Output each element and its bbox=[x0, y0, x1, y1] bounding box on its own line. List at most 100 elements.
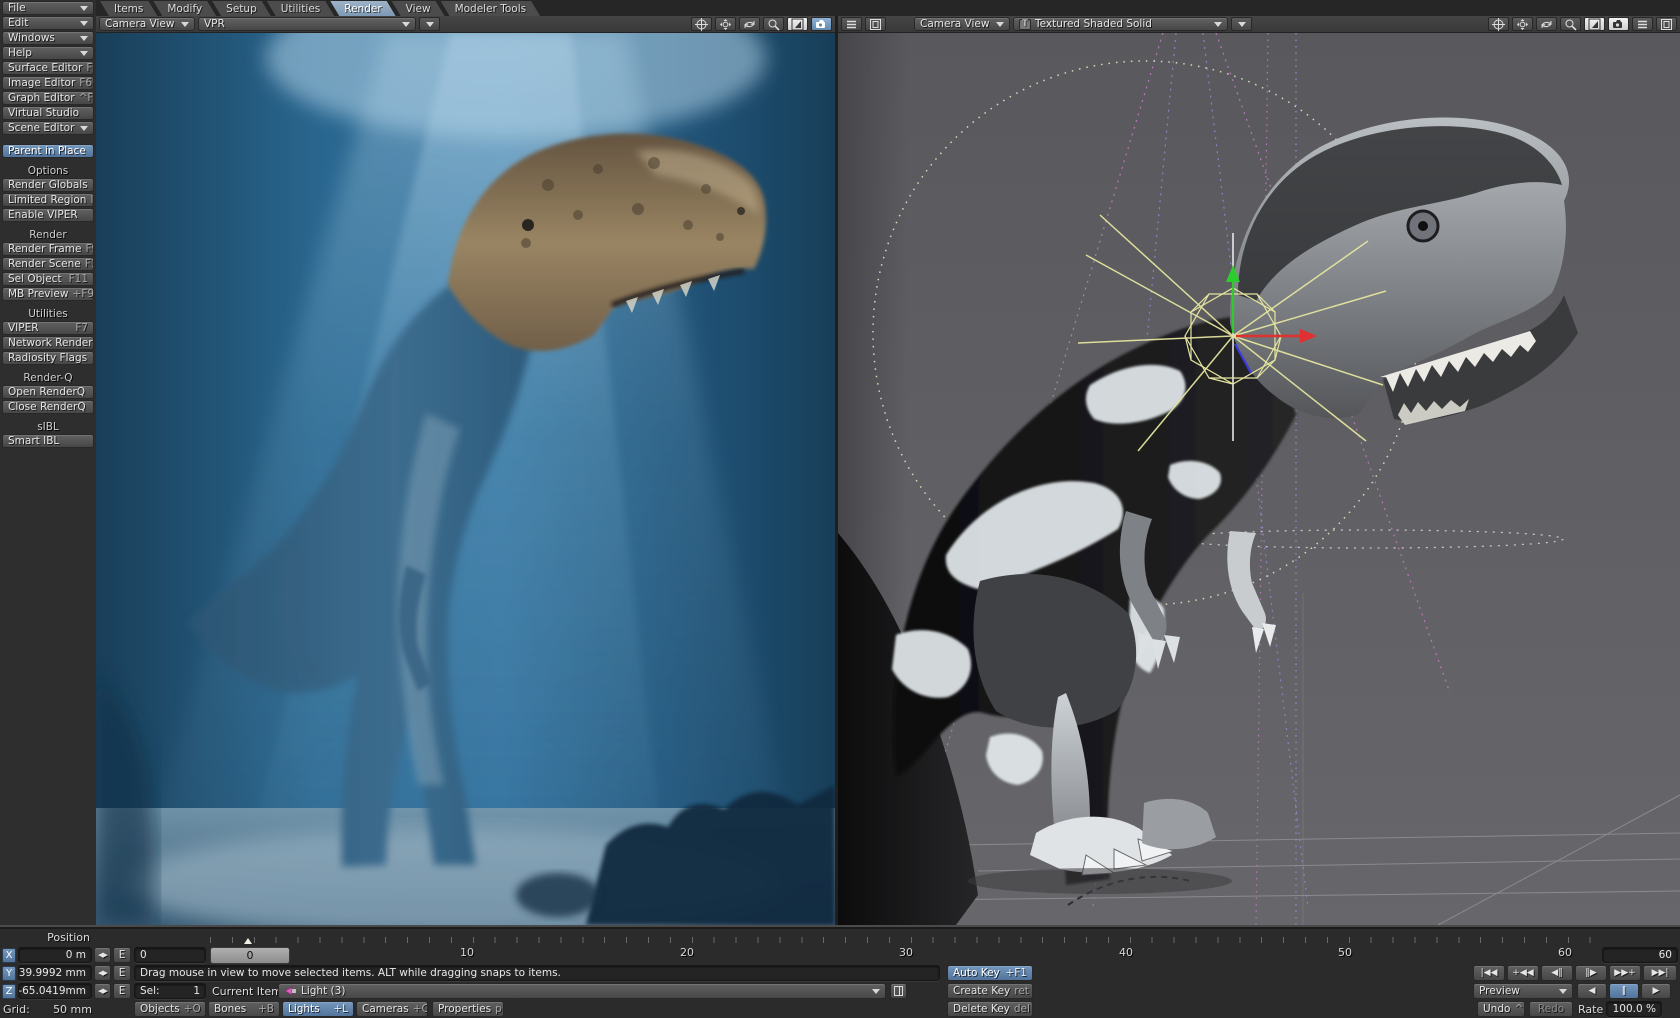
tab-view[interactable]: View bbox=[392, 1, 445, 16]
limited-region-button[interactable]: Limited Regionl bbox=[2, 193, 94, 207]
z-axis-badge[interactable]: Z bbox=[2, 984, 16, 999]
play-forward-button[interactable]: ▶ bbox=[1641, 983, 1671, 999]
go-end-button[interactable]: ▶▶| bbox=[1643, 965, 1677, 981]
cameras-button[interactable]: Cameras+C bbox=[356, 1001, 428, 1017]
dropdown-arrow-icon bbox=[1214, 22, 1222, 27]
enable-viper-button[interactable]: Enable VIPER bbox=[2, 208, 94, 222]
thumbnail-icon[interactable] bbox=[865, 17, 886, 31]
play-reverse-button[interactable]: ◀ bbox=[1577, 983, 1607, 999]
mb-preview-button[interactable]: MB Preview+F9 bbox=[2, 287, 94, 301]
tab-render[interactable]: Render bbox=[330, 1, 395, 16]
camera-icon[interactable] bbox=[811, 17, 832, 31]
undo-button[interactable]: Undo^Z bbox=[1477, 1001, 1525, 1017]
position-z-field[interactable]: -65.0419mm bbox=[18, 983, 92, 999]
frame-slider[interactable]: 0 bbox=[210, 947, 290, 964]
properties-button[interactable]: Propertiesp bbox=[432, 1001, 504, 1017]
zoom-view-icon[interactable] bbox=[763, 17, 784, 31]
virtual-studio-button[interactable]: Virtual Studio bbox=[2, 106, 94, 120]
graph-editor-button[interactable]: Graph Editor^F2 bbox=[2, 91, 94, 105]
position-x-field[interactable]: 0 m bbox=[18, 947, 92, 963]
go-start-button[interactable]: |◀◀ bbox=[1473, 965, 1505, 981]
prev-key-button[interactable]: +◀◀ bbox=[1507, 965, 1539, 981]
render-scene-button[interactable]: Render SceneF10 bbox=[2, 257, 94, 271]
viewport-list-icon[interactable] bbox=[1632, 17, 1653, 31]
pan-view-icon[interactable] bbox=[1512, 17, 1533, 31]
x-stepper[interactable]: ◀▶ bbox=[94, 947, 111, 963]
surface-editor-button[interactable]: Surface EditorF5 bbox=[2, 61, 94, 75]
x-axis-badge[interactable]: X bbox=[2, 948, 16, 963]
tab-modeler-tools[interactable]: Modeler Tools bbox=[441, 1, 541, 16]
render-frame-button[interactable]: Render FrameF9 bbox=[2, 242, 94, 256]
radiosity-flags-button[interactable]: Radiosity Flags bbox=[2, 351, 94, 365]
viewport-list-icon[interactable] bbox=[841, 17, 862, 31]
tab-modify[interactable]: Modify bbox=[153, 1, 216, 16]
maximize-viewport-icon[interactable] bbox=[787, 17, 808, 31]
thumbnail-icon[interactable] bbox=[1656, 17, 1677, 31]
shaded-3d-view[interactable] bbox=[838, 33, 1680, 925]
auto-key-button[interactable]: Auto Key+F1 bbox=[947, 965, 1033, 981]
current-frame-field[interactable]: 0 bbox=[134, 947, 206, 963]
rotate-view-icon[interactable] bbox=[739, 17, 760, 31]
vpr-render-view[interactable] bbox=[96, 33, 835, 925]
maximize-viewport-icon[interactable] bbox=[1584, 17, 1605, 31]
end-frame-field[interactable]: 60 bbox=[1602, 947, 1678, 963]
position-y-field[interactable]: 39.9992 mm bbox=[18, 965, 92, 981]
open-renderq-button[interactable]: Open RenderQ bbox=[2, 385, 94, 399]
status-message: Drag mouse in view to move selected item… bbox=[134, 965, 940, 981]
center-item-icon[interactable] bbox=[1488, 17, 1509, 31]
tab-items[interactable]: Items bbox=[100, 1, 157, 16]
step-forward-button[interactable]: ‖▶ bbox=[1575, 965, 1607, 981]
render-mode-dropdown[interactable]: VPR bbox=[198, 17, 416, 31]
menu-windows[interactable]: Windows bbox=[2, 31, 94, 45]
delete-key-button[interactable]: Delete Keydel bbox=[947, 1001, 1033, 1017]
render-mode-dropdown[interactable]: T Textured Shaded Solid bbox=[1013, 17, 1228, 31]
viper-button[interactable]: VIPERF7 bbox=[2, 321, 94, 335]
lights-button[interactable]: Lights+L bbox=[282, 1001, 354, 1017]
center-item-icon[interactable] bbox=[691, 17, 712, 31]
smart-ibl-button[interactable]: Smart IBL bbox=[2, 434, 94, 448]
current-item-dropdown[interactable]: Light (3) bbox=[278, 983, 886, 999]
scene-editor-button[interactable]: Scene Editor bbox=[2, 121, 94, 135]
section-header-sibl: sIBL bbox=[2, 420, 94, 433]
image-editor-button[interactable]: Image EditorF6 bbox=[2, 76, 94, 90]
bottom-panel: Position 0 10 20 30 40 50 60 0 60 X 0 m … bbox=[0, 925, 1680, 1018]
bones-button[interactable]: Bones+B bbox=[208, 1001, 280, 1017]
y-axis-badge[interactable]: Y bbox=[2, 966, 16, 981]
preview-dropdown[interactable]: Preview bbox=[1473, 983, 1573, 999]
network-render-button[interactable]: Network Render bbox=[2, 336, 94, 350]
menu-edit[interactable]: Edit bbox=[2, 16, 94, 30]
sel-object-button[interactable]: Sel ObjectF11 bbox=[2, 272, 94, 286]
camera-icon[interactable] bbox=[1608, 17, 1629, 31]
z-envelope-button[interactable]: E bbox=[113, 983, 131, 999]
section-header-renderq: Render-Q bbox=[2, 371, 94, 384]
rate-field[interactable]: 100.0 % bbox=[1606, 1001, 1662, 1017]
tab-setup[interactable]: Setup bbox=[212, 1, 271, 16]
zoom-view-icon[interactable] bbox=[1560, 17, 1581, 31]
view-type-dropdown[interactable]: Camera View bbox=[914, 17, 1010, 31]
viewport-options-dropdown[interactable] bbox=[419, 17, 440, 31]
objects-button[interactable]: Objects+O bbox=[134, 1001, 206, 1017]
rotate-view-icon[interactable] bbox=[1536, 17, 1557, 31]
redo-button[interactable]: Redo bbox=[1529, 1001, 1573, 1017]
y-stepper[interactable]: ◀▶ bbox=[94, 965, 111, 981]
parent-in-place-button[interactable]: Parent in Place bbox=[2, 144, 94, 158]
step-back-button[interactable]: ◀‖ bbox=[1541, 965, 1573, 981]
next-key-button[interactable]: ▶▶+ bbox=[1609, 965, 1641, 981]
frame-marker-icon bbox=[244, 938, 252, 944]
z-stepper[interactable]: ◀▶ bbox=[94, 983, 111, 999]
menu-help[interactable]: Help bbox=[2, 46, 94, 60]
menu-file[interactable]: File bbox=[2, 1, 94, 15]
render-globals-button[interactable]: Render Globals bbox=[2, 178, 94, 192]
left-sidebar: File Edit Windows Help Surface EditorF5 … bbox=[0, 0, 96, 925]
create-key-button[interactable]: Create Keyret bbox=[947, 983, 1033, 999]
y-envelope-button[interactable]: E bbox=[113, 965, 131, 981]
timeline-ruler[interactable]: 0 10 20 30 40 50 60 0 bbox=[210, 937, 1596, 964]
item-panel-button[interactable] bbox=[890, 983, 907, 999]
view-type-dropdown[interactable]: Camera View bbox=[99, 17, 195, 31]
x-envelope-button[interactable]: E bbox=[113, 947, 131, 963]
tab-utilities[interactable]: Utilities bbox=[267, 1, 335, 16]
pause-button[interactable]: ‖ bbox=[1609, 983, 1639, 999]
pan-view-icon[interactable] bbox=[715, 17, 736, 31]
viewport-options-dropdown[interactable] bbox=[1231, 17, 1252, 31]
close-renderq-button[interactable]: Close RenderQ bbox=[2, 400, 94, 414]
